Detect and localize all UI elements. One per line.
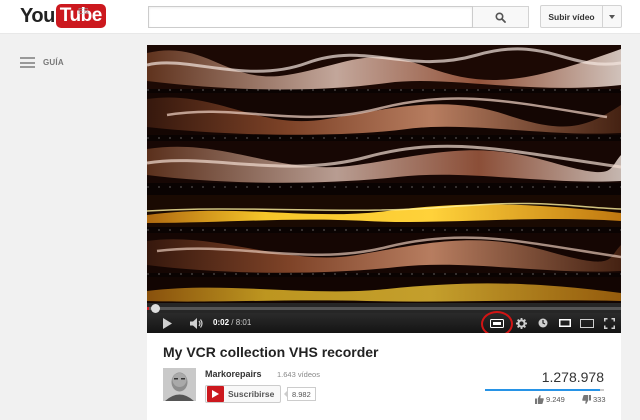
youtube-play-icon <box>207 386 224 402</box>
thumbs-down-icon <box>582 395 591 404</box>
large-player-button[interactable] <box>577 313 597 333</box>
progress-track <box>147 307 621 310</box>
play-icon <box>163 317 172 329</box>
watch-later-icon <box>538 318 548 328</box>
upload-button[interactable]: Subir vídeo <box>540 5 603 28</box>
search-input[interactable] <box>149 7 472 27</box>
watch-later-button[interactable] <box>533 313 553 333</box>
large-player-icon <box>580 318 594 328</box>
video-player: 0:02 / 8:01 <box>147 45 621 333</box>
time-separator: / <box>231 318 234 327</box>
avatar-photo <box>163 368 196 401</box>
video-info-panel: My VCR collection VHS recorder Markorepa… <box>147 333 621 420</box>
logo-country-code: ES <box>78 7 89 16</box>
thumbs-up-icon <box>535 395 544 404</box>
search-icon <box>495 11 506 23</box>
progress-played <box>147 307 149 310</box>
small-player-button[interactable] <box>555 313 575 333</box>
small-player-icon <box>559 319 571 327</box>
menu-icon <box>20 57 35 68</box>
progress-bar[interactable] <box>147 303 621 313</box>
cinema-mode-icon <box>490 318 504 328</box>
upload-menu-button[interactable] <box>602 5 622 28</box>
total-time: 8:01 <box>235 318 252 327</box>
video-frame[interactable] <box>147 45 621 303</box>
volume-icon <box>190 317 203 329</box>
current-time: 0:02 <box>213 318 230 327</box>
subscribe-label: Suscribirse <box>228 389 275 399</box>
video-still-image <box>147 45 621 303</box>
time-display: 0:02 / 8:01 <box>213 313 251 333</box>
cinema-mode-button[interactable] <box>487 313 507 333</box>
chevron-down-icon <box>609 14 615 19</box>
guide-label: GUÍA <box>43 58 64 67</box>
view-count: 1.278.978 <box>541 369 604 385</box>
search-button[interactable] <box>473 6 529 28</box>
channel-name-link[interactable]: Markorepairs <box>205 369 262 379</box>
video-title: My VCR collection VHS recorder <box>163 344 379 360</box>
volume-button[interactable] <box>187 313 207 333</box>
like-dislike-bar <box>485 389 604 391</box>
search-box <box>148 6 473 28</box>
fullscreen-icon <box>603 317 615 329</box>
youtube-logo[interactable]: You Tube <box>20 3 106 29</box>
progress-scrubber-handle[interactable] <box>151 304 160 313</box>
settings-gear-icon <box>515 317 527 329</box>
like-bar-fill <box>485 389 600 391</box>
like-button[interactable]: 9.249 <box>535 395 565 404</box>
channel-video-count: 1.643 vídeos <box>277 370 320 379</box>
dislike-count: 333 <box>593 395 606 404</box>
subscriber-count: 8.982 <box>284 387 316 401</box>
play-button[interactable] <box>157 313 177 333</box>
channel-avatar[interactable] <box>163 368 196 401</box>
fullscreen-button[interactable] <box>599 313 619 333</box>
subscribe-button[interactable]: Suscribirse <box>205 385 281 403</box>
player-controls: 0:02 / 8:01 <box>147 313 621 333</box>
guide-button[interactable]: GUÍA <box>20 57 64 68</box>
masthead: You Tube ES Subir vídeo <box>0 0 640 34</box>
settings-button[interactable] <box>511 313 531 333</box>
dislike-button[interactable]: 333 <box>582 395 606 404</box>
like-count: 9.249 <box>546 395 565 404</box>
logo-you-text: You <box>20 5 55 27</box>
